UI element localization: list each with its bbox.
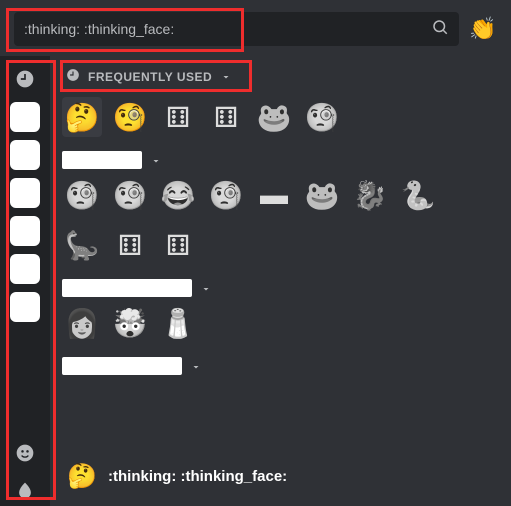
emoji-d20-a[interactable]: ⚅: [158, 97, 198, 137]
people-category-icon[interactable]: [10, 438, 40, 468]
server-group-1-name: [62, 151, 142, 169]
server-group-1-row: 🧐 🧐 😂 🧐 ▬ 🐸 🐉 🐍: [62, 175, 499, 215]
emoji-preview-bar: 🤔 :thinking: :thinking_face:: [62, 452, 499, 496]
emoji-search-box[interactable]: [14, 12, 459, 46]
emoji-item[interactable]: 🧐: [110, 175, 150, 215]
server-category-2[interactable]: [10, 140, 40, 170]
search-input[interactable]: [24, 21, 431, 37]
chevron-down-icon: [150, 154, 162, 166]
server-group-2-row: 👩 🤯 🧂: [62, 303, 499, 343]
nature-category-icon[interactable]: [10, 476, 40, 506]
preview-emoji-code: :thinking: :thinking_face:: [108, 468, 287, 485]
chevron-down-icon: [220, 71, 232, 83]
clock-icon: [66, 68, 80, 85]
emoji-thinking[interactable]: 🤔: [62, 97, 102, 137]
frequently-used-label: Frequently Used: [88, 70, 212, 84]
emoji-monocle-gray[interactable]: 🧐: [302, 97, 342, 137]
server-category-4[interactable]: [10, 216, 40, 246]
emoji-d20-b[interactable]: ⚅: [206, 97, 246, 137]
emoji-item[interactable]: 🧐: [206, 175, 246, 215]
server-group-3-name: [62, 357, 182, 375]
emoji-item[interactable]: ⚅: [158, 225, 198, 265]
emoji-item[interactable]: ▬: [254, 175, 294, 215]
frequently-used-header[interactable]: Frequently Used: [58, 62, 240, 91]
emoji-monocle[interactable]: 🧐: [110, 97, 150, 137]
preview-emoji-icon: 🤔: [66, 460, 98, 492]
chevron-down-icon: [190, 360, 202, 372]
emoji-item[interactable]: 🐍: [398, 175, 438, 215]
emoji-item[interactable]: 😂: [158, 175, 198, 215]
skin-tone-picker[interactable]: 👏: [469, 15, 497, 43]
emoji-grid-panel: Frequently Used 🤔 🧐 ⚅ ⚅ 🐸 🧐 🧐 🧐 😂 🧐 ▬ 🐸 …: [50, 56, 511, 506]
emoji-item[interactable]: 🦕: [62, 225, 102, 265]
server-category-5[interactable]: [10, 254, 40, 284]
emoji-item[interactable]: ⚅: [110, 225, 150, 265]
emoji-frog[interactable]: 🐸: [254, 97, 294, 137]
server-group-2-name: [62, 279, 192, 297]
server-group-3-header[interactable]: [62, 357, 499, 375]
recent-category-icon[interactable]: [10, 64, 40, 94]
search-icon: [431, 18, 449, 41]
server-group-1-row-2: 🦕 ⚅ ⚅: [62, 225, 499, 265]
emoji-item[interactable]: 🐸: [302, 175, 342, 215]
category-rail: [0, 56, 50, 506]
emoji-item[interactable]: 🧐: [62, 175, 102, 215]
frequently-used-row: 🤔 🧐 ⚅ ⚅ 🐸 🧐: [62, 97, 499, 137]
emoji-item[interactable]: 🧂: [158, 303, 198, 343]
emoji-item[interactable]: 👩: [62, 303, 102, 343]
server-category-1[interactable]: [10, 102, 40, 132]
server-category-3[interactable]: [10, 178, 40, 208]
server-group-2-header[interactable]: [62, 279, 499, 297]
chevron-down-icon: [200, 282, 212, 294]
server-group-1-header[interactable]: [62, 151, 499, 169]
emoji-item[interactable]: 🤯: [110, 303, 150, 343]
server-category-6[interactable]: [10, 292, 40, 322]
emoji-item[interactable]: 🐉: [350, 175, 390, 215]
